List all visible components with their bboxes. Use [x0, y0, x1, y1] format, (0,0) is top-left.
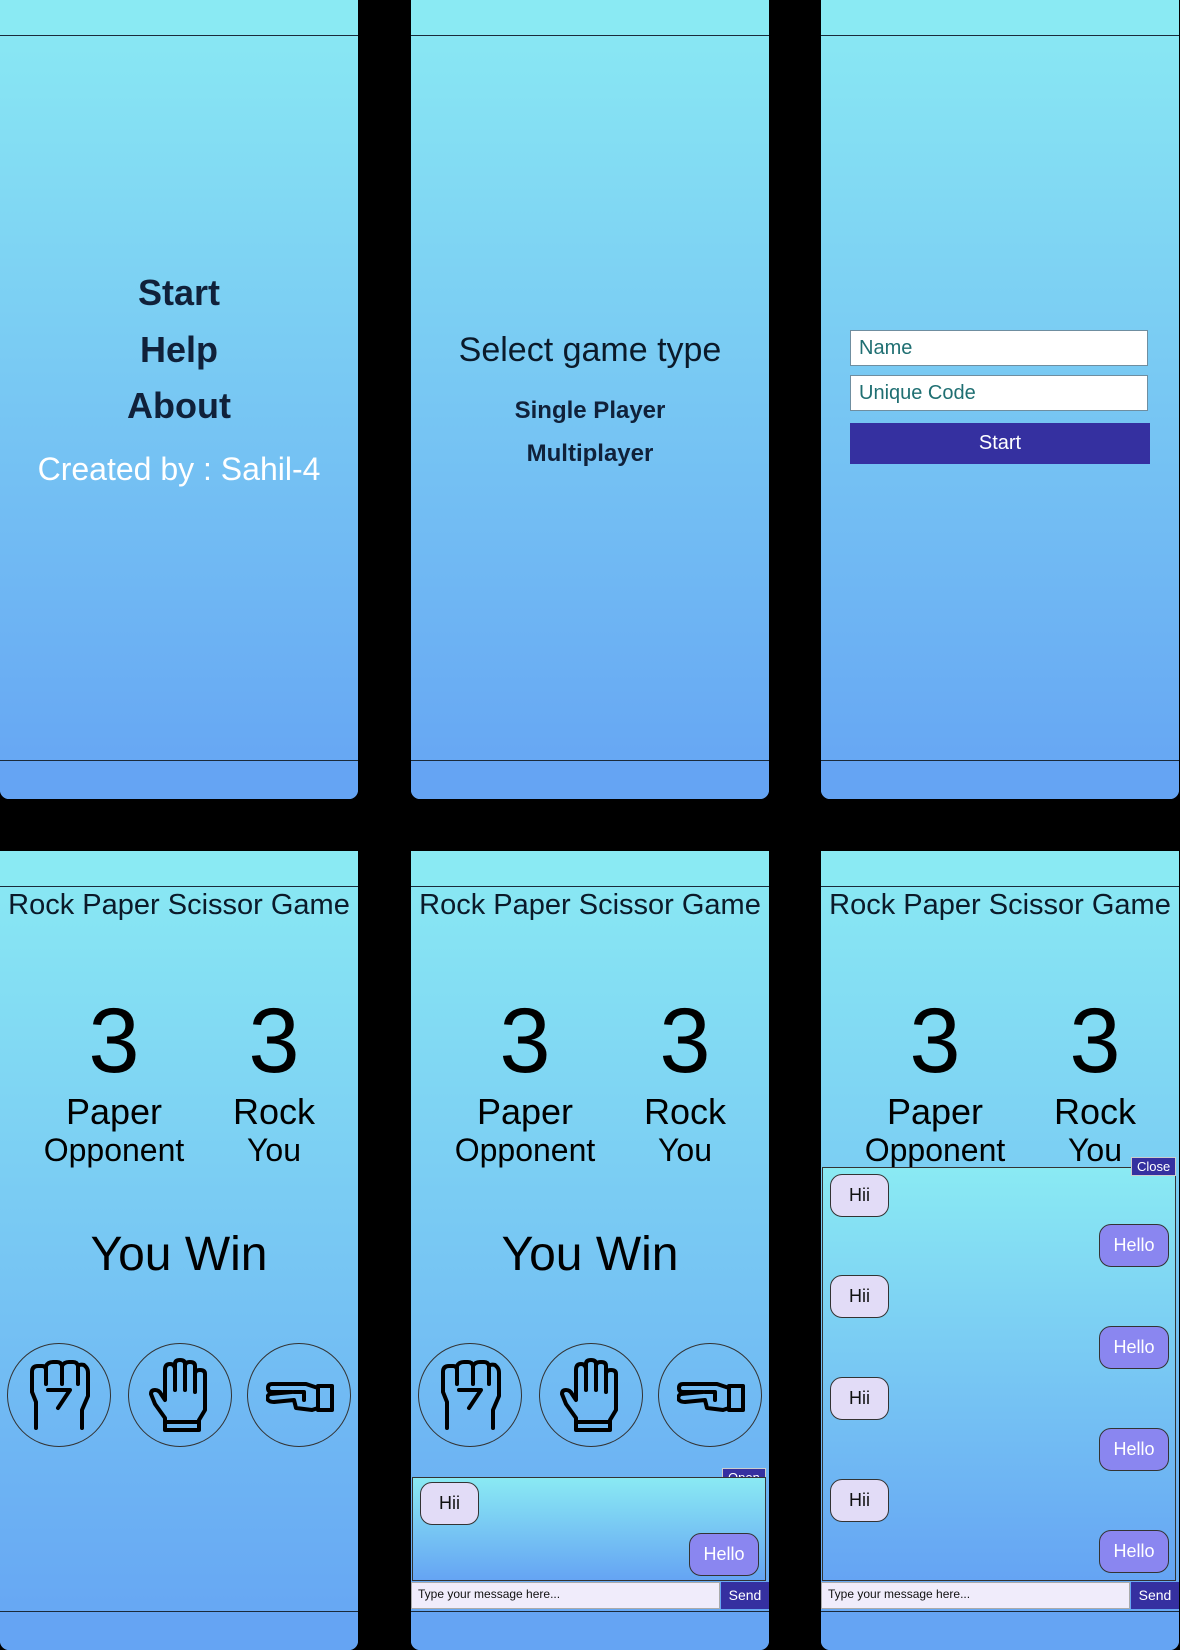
result-text: You Win	[501, 1228, 679, 1281]
chat-panel: Hii Hello	[412, 1477, 766, 1581]
paper-button[interactable]	[539, 1343, 643, 1447]
game-title: Rock Paper Scissor Game	[419, 889, 761, 921]
incoming-message: Hii	[420, 1482, 479, 1525]
rock-button[interactable]	[418, 1343, 522, 1447]
status-bar	[0, 0, 358, 36]
send-button[interactable]: Send	[1131, 1582, 1179, 1609]
status-bar	[411, 851, 769, 887]
opponent-score: 3	[909, 990, 961, 1092]
select-title: Select game type	[458, 331, 722, 369]
incoming-message: Hii	[830, 1275, 889, 1318]
opponent-move: Paper	[65, 1091, 163, 1132]
opponent-score: 3	[499, 990, 551, 1092]
scissors-icon	[266, 1382, 334, 1412]
message-input[interactable]: Type your message here...	[821, 1582, 1130, 1609]
screen-game-result: Rock Paper Scissor Game 3 3 Paper Rock O…	[0, 851, 358, 1650]
nav-bar	[411, 760, 769, 799]
screen-game-chat-collapsed: Rock Paper Scissor Game 3 3 Paper Rock O…	[411, 851, 769, 1650]
rock-icon	[441, 1360, 501, 1430]
your-score: 3	[1069, 990, 1121, 1092]
scissors-button[interactable]	[247, 1343, 351, 1447]
your-move: Rock	[1053, 1091, 1137, 1132]
opponent-label: Opponent	[864, 1132, 1006, 1168]
opponent-label: Opponent	[43, 1132, 185, 1168]
scissors-icon	[677, 1382, 745, 1412]
outgoing-message: Hello	[1099, 1428, 1169, 1471]
rock-icon	[30, 1360, 90, 1430]
message-input[interactable]: Type your message here...	[411, 1582, 720, 1609]
start-button[interactable]: Start	[850, 423, 1150, 464]
status-bar	[821, 851, 1179, 887]
your-move: Rock	[232, 1091, 316, 1132]
opponent-score: 3	[88, 990, 140, 1092]
incoming-message: Hii	[830, 1479, 889, 1522]
help-menu-item[interactable]: Help	[0, 329, 358, 371]
close-chat-button[interactable]: Close	[1131, 1157, 1177, 1176]
paper-button[interactable]	[128, 1343, 232, 1447]
nav-bar	[821, 760, 1179, 799]
screen-join-form: Name Unique Code Start	[821, 0, 1179, 799]
your-score: 3	[659, 990, 711, 1092]
nav-bar	[821, 1611, 1179, 1650]
outgoing-message: Hello	[1099, 1530, 1169, 1573]
you-label: You	[247, 1132, 301, 1168]
about-menu-item[interactable]: About	[0, 385, 358, 427]
result-text: You Win	[90, 1228, 268, 1281]
screen-select-game: Select game type Single Player Multiplay…	[411, 0, 769, 799]
status-bar	[821, 0, 1179, 36]
game-title: Rock Paper Scissor Game	[8, 889, 350, 921]
multiplayer-option[interactable]: Multiplayer	[411, 440, 769, 468]
scissors-button[interactable]	[658, 1343, 762, 1447]
status-bar	[411, 0, 769, 36]
status-bar	[0, 851, 358, 887]
name-field[interactable]: Name	[850, 330, 1148, 366]
nav-bar	[0, 760, 358, 799]
game-title: Rock Paper Scissor Game	[829, 889, 1171, 921]
outgoing-message: Hello	[689, 1533, 759, 1576]
credit-text: Created by : Sahil-4	[37, 451, 321, 487]
opponent-label: Opponent	[454, 1132, 596, 1168]
screen-main-menu: Start Help About Created by : Sahil-4	[0, 0, 358, 799]
incoming-message: Hii	[830, 1377, 889, 1420]
your-score: 3	[248, 990, 300, 1092]
you-label: You	[658, 1132, 712, 1168]
outgoing-message: Hello	[1099, 1326, 1169, 1369]
paper-icon	[149, 1358, 207, 1432]
screen-game-chat-expanded: Rock Paper Scissor Game 3 3 Paper Rock O…	[821, 851, 1179, 1650]
incoming-message: Hii	[830, 1174, 889, 1217]
outgoing-message: Hello	[1099, 1224, 1169, 1267]
send-button[interactable]: Send	[721, 1582, 769, 1609]
nav-bar	[0, 1611, 358, 1650]
opponent-move: Paper	[476, 1091, 574, 1132]
start-menu-item[interactable]: Start	[0, 272, 358, 314]
nav-bar	[411, 1611, 769, 1650]
unique-code-field[interactable]: Unique Code	[850, 375, 1148, 411]
your-move: Rock	[643, 1091, 727, 1132]
rock-button[interactable]	[7, 1343, 111, 1447]
chat-panel: Hii Hello Hii Hello Hii Hello Hii Hello	[822, 1167, 1176, 1581]
paper-icon	[560, 1358, 618, 1432]
single-player-option[interactable]: Single Player	[411, 397, 769, 425]
opponent-move: Paper	[886, 1091, 984, 1132]
